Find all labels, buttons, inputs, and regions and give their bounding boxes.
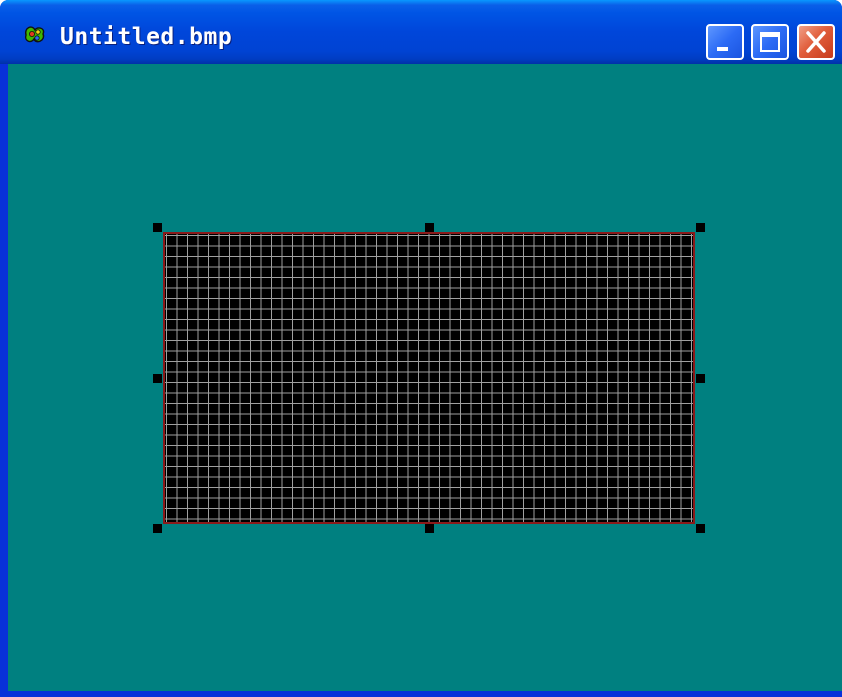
resize-handle-bottom-right[interactable] [696, 524, 705, 533]
minimize-icon [717, 47, 728, 51]
resize-handle-top-middle[interactable] [425, 223, 434, 232]
window-title: Untitled.bmp [60, 24, 233, 50]
resize-handle-bottom-middle[interactable] [425, 524, 434, 533]
resize-handle-top-right[interactable] [696, 223, 705, 232]
maximize-icon [760, 32, 780, 52]
close-icon [806, 31, 826, 53]
paint-app-icon[interactable] [22, 22, 48, 48]
close-button[interactable] [797, 24, 835, 60]
window-bottom-border [0, 691, 842, 697]
app-window: Untitled.bmp [0, 0, 842, 697]
resize-handle-bottom-left[interactable] [153, 524, 162, 533]
resize-handle-middle-right[interactable] [696, 374, 705, 383]
resize-handle-top-left[interactable] [153, 223, 162, 232]
maximize-button[interactable] [751, 24, 789, 60]
minimize-button[interactable] [706, 24, 744, 60]
drawing-canvas[interactable] [163, 232, 695, 524]
resize-handle-middle-left[interactable] [153, 374, 162, 383]
title-bar[interactable]: Untitled.bmp [0, 0, 842, 64]
